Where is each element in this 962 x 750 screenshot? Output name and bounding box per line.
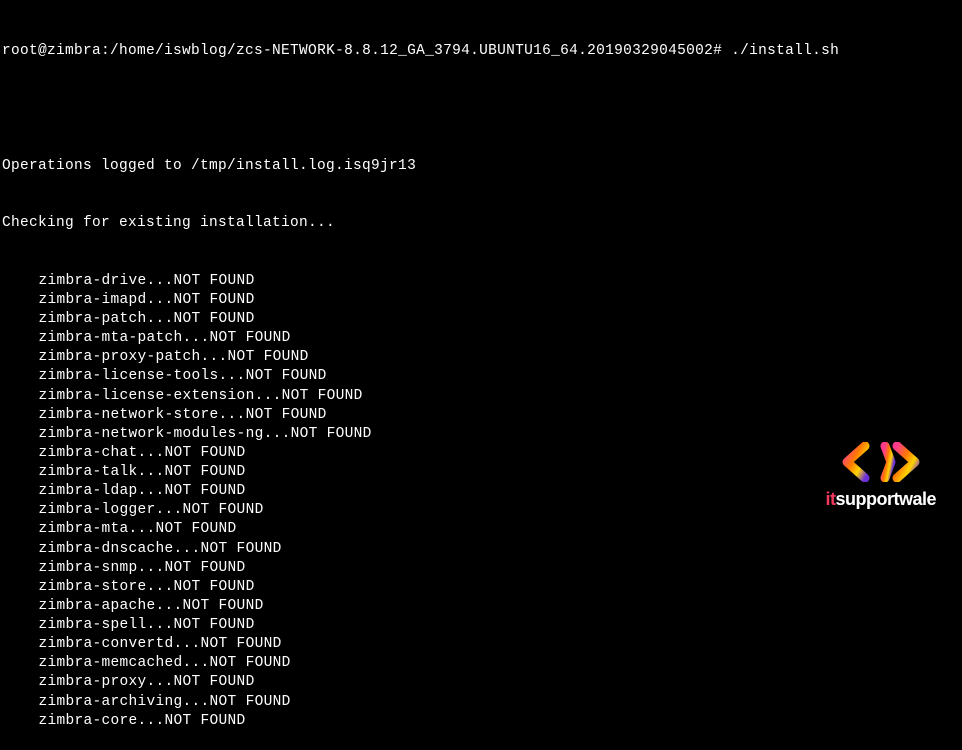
package-check-row: zimbra-memcached...NOT FOUND <box>2 654 960 673</box>
package-check-row: zimbra-mta...NOT FOUND <box>2 520 960 539</box>
package-check-list: zimbra-drive...NOT FOUNDzimbra-imapd...N… <box>2 272 960 731</box>
command: ./install.sh <box>731 43 839 59</box>
package-check-row: zimbra-core...NOT FOUND <box>2 712 960 731</box>
terminal-output: root@zimbra:/home/iswblog/zcs-NETWORK-8.… <box>2 4 960 750</box>
code-brackets-icon <box>841 442 921 482</box>
package-check-row: zimbra-logger...NOT FOUND <box>2 501 960 520</box>
package-check-row: zimbra-store...NOT FOUND <box>2 578 960 597</box>
brand-prefix: it <box>825 489 835 509</box>
current-path: /home/iswblog/zcs-NETWORK-8.8.12_GA_3794… <box>110 43 713 59</box>
package-check-row: zimbra-patch...NOT FOUND <box>2 310 960 329</box>
package-check-row: zimbra-apache...NOT FOUND <box>2 597 960 616</box>
user-host: root@zimbra <box>2 43 101 59</box>
log-message: Operations logged to /tmp/install.log.is… <box>2 157 960 176</box>
package-check-row: zimbra-ldap...NOT FOUND <box>2 482 960 501</box>
package-check-row: zimbra-convertd...NOT FOUND <box>2 635 960 654</box>
command-prompt[interactable]: root@zimbra:/home/iswblog/zcs-NETWORK-8.… <box>2 42 960 61</box>
checking-message: Checking for existing installation... <box>2 214 960 233</box>
package-check-row: zimbra-mta-patch...NOT FOUND <box>2 329 960 348</box>
package-check-row: zimbra-spell...NOT FOUND <box>2 616 960 635</box>
package-check-row: zimbra-talk...NOT FOUND <box>2 463 960 482</box>
package-check-row: zimbra-snmp...NOT FOUND <box>2 559 960 578</box>
package-check-row: zimbra-proxy-patch...NOT FOUND <box>2 348 960 367</box>
package-check-row: zimbra-imapd...NOT FOUND <box>2 291 960 310</box>
package-check-row: zimbra-license-extension...NOT FOUND <box>2 387 960 406</box>
package-check-row: zimbra-dnscache...NOT FOUND <box>2 540 960 559</box>
package-check-row: zimbra-license-tools...NOT FOUND <box>2 367 960 386</box>
package-check-row: zimbra-proxy...NOT FOUND <box>2 673 960 692</box>
watermark-logo: itsupportwale <box>825 442 936 512</box>
package-check-row: zimbra-drive...NOT FOUND <box>2 272 960 291</box>
package-check-row: zimbra-network-store...NOT FOUND <box>2 406 960 425</box>
blank-line <box>2 100 960 119</box>
package-check-row: zimbra-network-modules-ng...NOT FOUND <box>2 425 960 444</box>
brand-rest: supportwale <box>835 489 936 509</box>
watermark-text: itsupportwale <box>825 488 936 512</box>
package-check-row: zimbra-archiving...NOT FOUND <box>2 693 960 712</box>
package-check-row: zimbra-chat...NOT FOUND <box>2 444 960 463</box>
